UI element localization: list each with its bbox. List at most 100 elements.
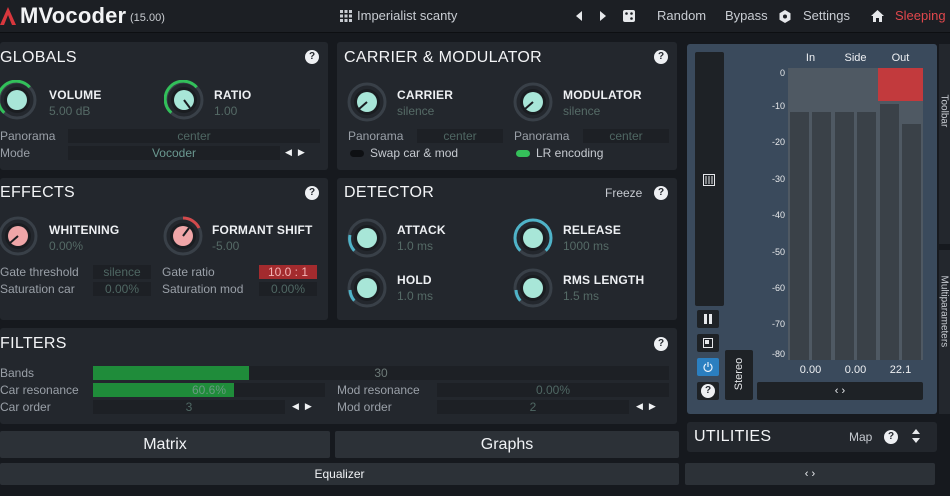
whitening-knob[interactable] <box>0 216 38 256</box>
toolbar-side-tab[interactable]: Toolbar <box>939 44 950 244</box>
gate-ratio-label: Gate ratio <box>162 265 215 279</box>
in-meter-left-bar <box>790 112 809 360</box>
carrier-modulator-panel: CARRIER & MODULATOR ? CARRIER silence MO… <box>337 42 677 170</box>
db-tick: -50 <box>771 247 785 257</box>
modulator-panorama-field[interactable]: center <box>583 129 669 143</box>
preset-grid-icon[interactable] <box>340 10 352 22</box>
attack-knob[interactable] <box>347 218 387 258</box>
pause-icon <box>704 314 712 324</box>
mod-resonance-slider[interactable]: 0.00% <box>437 383 669 397</box>
side-meter-value: 0.00 <box>844 364 867 376</box>
modulator-knob[interactable] <box>513 82 553 122</box>
utilities-expand-button[interactable]: ‹ › <box>685 463 935 485</box>
volume-label: VOLUME <box>49 88 102 102</box>
db-tick: -80 <box>771 349 785 359</box>
previous-preset-icon[interactable] <box>575 11 583 21</box>
mode-select[interactable]: Vocoder <box>68 146 280 160</box>
meter-help-icon: ? <box>701 384 715 398</box>
meter-view-icon[interactable] <box>703 174 715 186</box>
detector-help-icon[interactable]: ? <box>654 186 668 200</box>
mod-order-arrows[interactable]: ◀▶ <box>636 401 662 412</box>
meter-help-button[interactable]: ? <box>697 382 719 400</box>
rms-length-label: RMS LENGTH <box>563 273 645 287</box>
melda-logo-icon[interactable] <box>0 5 16 27</box>
reset-button[interactable] <box>697 334 719 352</box>
ratio-knob[interactable] <box>164 80 204 120</box>
modulator-label: MODULATOR <box>563 88 642 102</box>
saturation-mod-field[interactable]: 0.00% <box>259 282 317 296</box>
formant-shift-knob[interactable] <box>163 216 203 256</box>
out-meter-label: Out <box>891 52 910 64</box>
app-version: (15.00) <box>130 12 165 24</box>
rms-length-value: 1.5 ms <box>563 289 600 303</box>
gate-ratio-field[interactable]: 10.0 : 1 <box>259 265 317 279</box>
settings-button[interactable]: Settings <box>803 8 850 23</box>
car-resonance-slider[interactable]: 60.6% <box>93 383 325 397</box>
car-resonance-label: Car resonance <box>0 383 79 397</box>
effects-help-icon[interactable]: ? <box>305 186 319 200</box>
stereo-button[interactable]: Stereo <box>725 350 753 400</box>
mod-order-select[interactable]: 2 <box>437 400 629 414</box>
lr-encoding-toggle[interactable] <box>516 150 530 157</box>
volume-knob[interactable] <box>0 80 37 120</box>
carrier-modulator-help-icon[interactable]: ? <box>654 50 668 64</box>
globals-help-icon[interactable]: ? <box>305 50 319 64</box>
filters-panel: FILTERS ? Bands 30 Car resonance 60.6% M… <box>0 328 677 424</box>
toolbar-side-tab-label: Toolbar <box>939 94 950 128</box>
in-meter-value: 0.00 <box>799 364 822 376</box>
globals-panel: GLOBALS ? VOLUME 5.00 dB RATIO 1.00 Pano… <box>0 42 328 170</box>
side-meter-label: Side <box>844 52 867 64</box>
random-button[interactable]: Random <box>657 8 706 23</box>
effects-panel: EFFECTS ? WHITENING 0.00% FORMANT SHIFT … <box>0 178 328 320</box>
filters-title: FILTERS <box>0 335 67 352</box>
side-meter <box>833 68 878 360</box>
effects-title: EFFECTS <box>0 184 75 201</box>
utilities-help-icon[interactable]: ? <box>884 430 898 444</box>
map-button[interactable]: Map <box>849 430 872 444</box>
panorama-label: Panorama <box>0 129 56 143</box>
detector-panel: DETECTOR Freeze ? ATTACK 1.0 ms RELEASE … <box>337 178 677 320</box>
home-icon[interactable] <box>871 10 884 22</box>
meters-panel: ? Stereo ‹ › 0 -10 -20 -30 -40 -50 -60 -… <box>687 44 937 414</box>
graphs-button[interactable]: Graphs <box>335 431 679 458</box>
utilities-panel: UTILITIES Map ? <box>687 422 937 452</box>
pause-button[interactable] <box>697 310 719 328</box>
multiparameters-side-tab-label: Multiparameters <box>939 275 950 348</box>
panorama-field[interactable]: center <box>68 129 320 143</box>
car-order-arrows[interactable]: ◀▶ <box>292 401 318 412</box>
hold-knob[interactable] <box>347 268 387 308</box>
reset-icon <box>703 338 713 348</box>
up-down-arrows-icon[interactable] <box>911 428 921 444</box>
bands-label: Bands <box>0 366 35 380</box>
lr-encoding-label[interactable]: LR encoding <box>536 146 603 160</box>
saturation-car-field[interactable]: 0.00% <box>93 282 151 296</box>
settings-gear-icon[interactable] <box>779 10 791 23</box>
hold-value: 1.0 ms <box>397 289 434 303</box>
app-title: MVocoder <box>20 3 127 28</box>
filters-help-icon[interactable]: ? <box>654 337 668 351</box>
carrier-panorama-field[interactable]: center <box>417 129 503 143</box>
dice-icon[interactable] <box>623 10 635 22</box>
mode-arrows[interactable]: ◀▶ <box>285 147 311 158</box>
multiparameters-side-tab[interactable]: Multiparameters <box>939 250 950 414</box>
bands-slider[interactable]: 30 <box>93 366 669 380</box>
gate-threshold-field[interactable]: silence <box>93 265 151 279</box>
rms-length-knob[interactable] <box>513 268 553 308</box>
carrier-knob[interactable] <box>347 82 387 122</box>
equalizer-button[interactable]: Equalizer <box>0 463 679 485</box>
power-button[interactable] <box>697 358 719 376</box>
meter-expand-button[interactable]: ‹ › <box>757 382 923 400</box>
bypass-button[interactable]: Bypass <box>725 8 768 23</box>
release-knob[interactable] <box>513 218 553 258</box>
next-preset-icon[interactable] <box>599 11 607 21</box>
matrix-button[interactable]: Matrix <box>0 431 330 458</box>
car-order-select[interactable]: 3 <box>93 400 285 414</box>
sleeping-status: Sleeping <box>895 8 946 23</box>
swap-label[interactable]: Swap car & mod <box>370 146 458 160</box>
car-order-label: Car order <box>0 400 51 414</box>
preset-name[interactable]: Imperialist scanty <box>357 8 457 23</box>
side-meter-right-bar <box>857 112 876 360</box>
release-value: 1000 ms <box>563 239 610 253</box>
swap-toggle[interactable] <box>350 150 364 157</box>
freeze-button[interactable]: Freeze <box>605 186 642 200</box>
